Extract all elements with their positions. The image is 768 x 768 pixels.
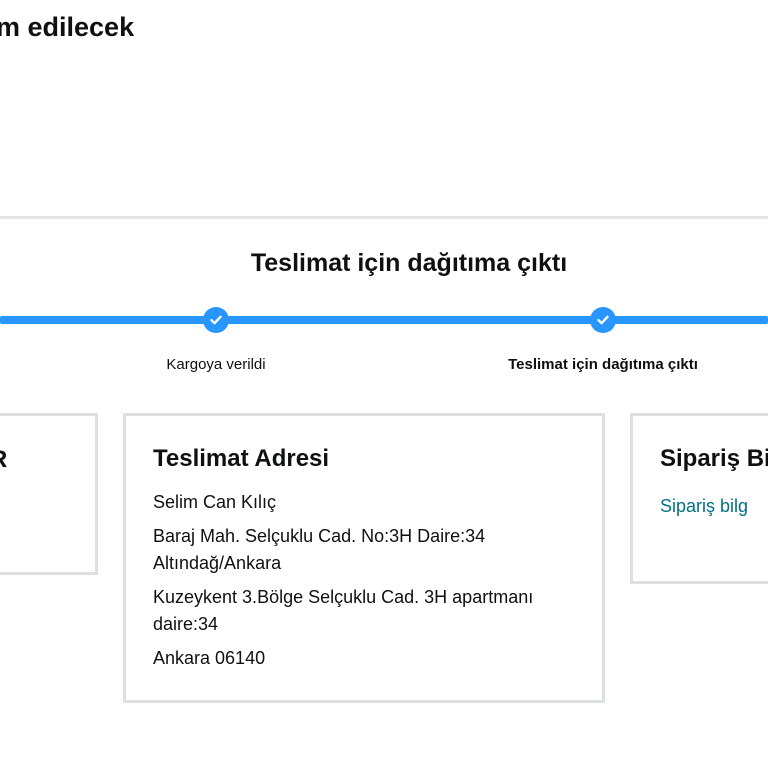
order-info-link[interactable]: Sipariş bilg <box>660 493 768 520</box>
shipment-status-title: Teslimat için dağıtıma çıktı <box>250 249 568 277</box>
step-label-shipped: Kargoya verildi <box>166 356 266 373</box>
check-icon <box>597 315 609 325</box>
order-info-card: Sipariş Bi Sipariş bilg <box>630 413 768 584</box>
progress-bar <box>0 316 768 324</box>
delivery-estimate-heading: m edilecek <box>0 12 135 42</box>
delivery-address-card: Teslimat Adresi Selim Can Kılıç Baraj Ma… <box>123 413 605 703</box>
check-icon <box>210 315 222 325</box>
order-tracking-page: m edilecek Teslimat için dağıtıma çıktı … <box>0 0 768 768</box>
section-divider <box>0 216 768 219</box>
address-line-1: Baraj Mah. Selçuklu Cad. No:3H Daire:34 … <box>153 526 486 573</box>
step-complete-icon <box>203 307 229 333</box>
step-label-out-for-delivery: Teslimat için dağıtıma çıktı <box>508 356 698 373</box>
address-line-2: Kuzeykent 3.Bölge Selçuklu Cad. 3H apart… <box>153 587 534 634</box>
recipient-name: Selim Can Kılıç <box>153 492 277 512</box>
card-title: Sipariş Bi <box>660 445 768 472</box>
card-title: Teslimat Adresi <box>153 445 330 472</box>
card-title: R <box>0 446 7 474</box>
info-card-left: R <box>0 413 98 575</box>
step-complete-icon <box>590 307 616 333</box>
address-city-postal: Ankara 06140 <box>153 648 266 668</box>
